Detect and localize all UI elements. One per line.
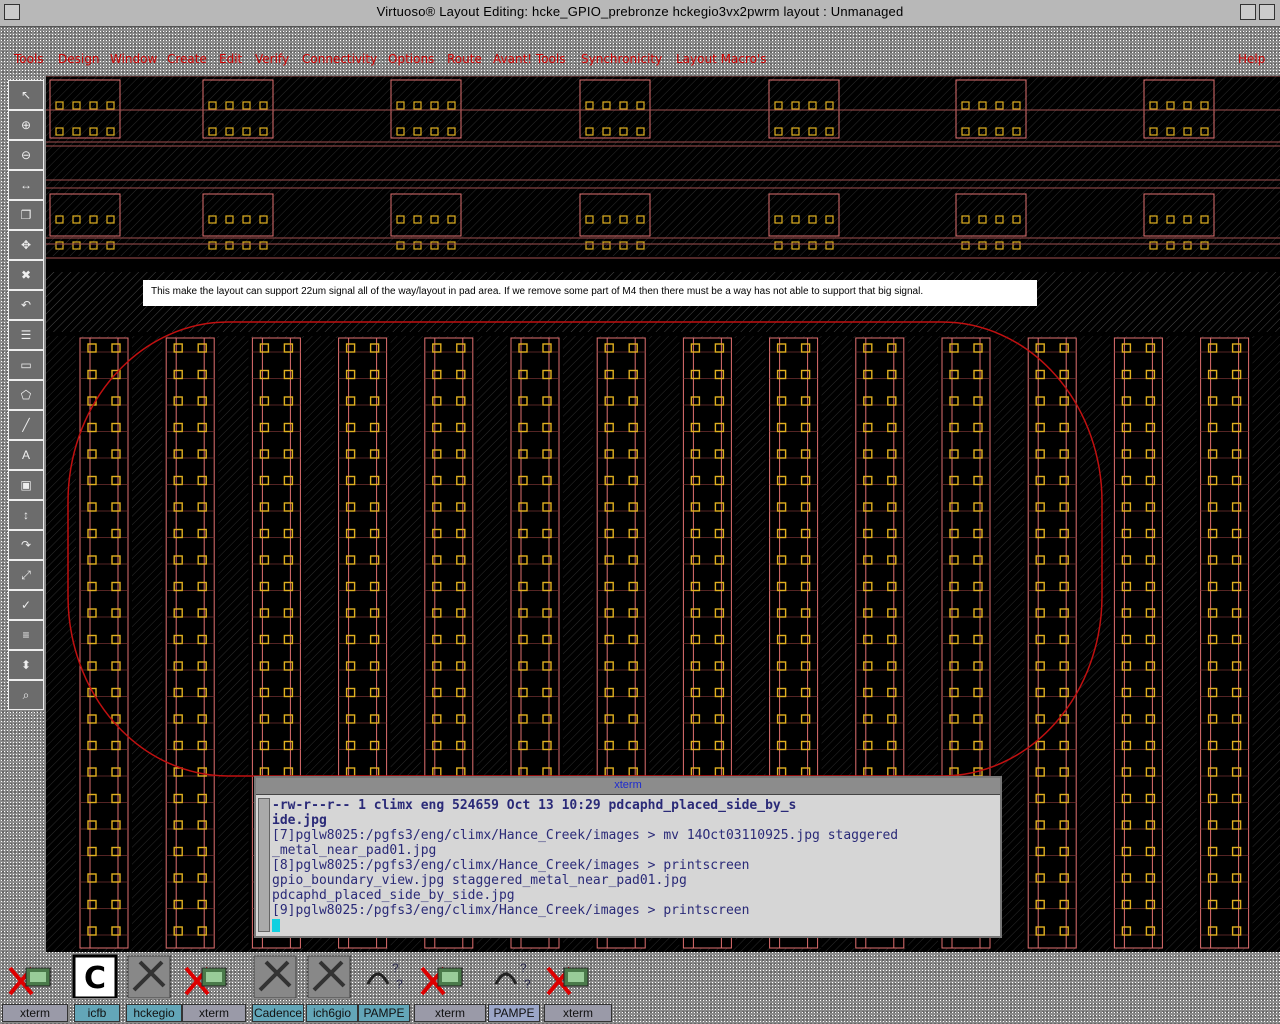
menu-tools[interactable]: Tools	[14, 52, 44, 66]
task-icfb[interactable]: icfb	[74, 1004, 120, 1022]
redo-icon[interactable]: ↷	[8, 530, 44, 560]
xterm-icon[interactable]	[182, 954, 228, 998]
task-cadence[interactable]: Cadence	[252, 1004, 304, 1022]
menu-avant-tools[interactable]: Avant! Tools	[493, 52, 565, 66]
property-icon[interactable]: ☰	[8, 320, 44, 350]
network-icon[interactable]	[252, 954, 298, 999]
taskbar: xterm icfb hckegio xterm Cadence ich6gio…	[0, 1002, 1280, 1024]
task-pampe[interactable]: PAMPE	[358, 1004, 410, 1022]
xterm-icon[interactable]	[544, 954, 590, 998]
window-title: Virtuoso® Layout Editing: hcke_GPIO_preb…	[376, 4, 904, 19]
zoom-out-icon[interactable]: ⊖	[8, 140, 44, 170]
help-icon[interactable]: ??	[490, 954, 536, 998]
label-icon[interactable]: A	[8, 440, 44, 470]
tool-palette: ↖ ⊕ ⊖ ↔ ❐ ✥ ✖ ↶ ☰ ▭ ⬠ ╱ A ▣ ↕ ↷ ⤢ ✓ ≡ ⬍ ⌕	[6, 76, 46, 716]
terminal-line: [7]pglw8025:/pgfs3/eng/climx/Hance_Creek…	[272, 828, 899, 843]
ruler-icon[interactable]: ↕	[8, 500, 44, 530]
fit-icon[interactable]: ⤢	[8, 560, 44, 590]
search-icon[interactable]: ⌕	[8, 680, 44, 710]
cadence-c-icon[interactable]: C	[72, 954, 118, 1000]
stretch-icon[interactable]: ↔	[8, 170, 44, 200]
pointer-icon[interactable]: ↖	[8, 80, 44, 110]
minimize-button[interactable]	[1240, 4, 1256, 20]
xterm-icon[interactable]	[418, 954, 464, 998]
menu-synchronicity[interactable]: Synchronicity	[581, 52, 662, 66]
xterm-scrollbar[interactable]	[258, 798, 270, 932]
column-bg	[76, 338, 132, 948]
column-bg	[1196, 338, 1253, 948]
column-bg	[1110, 338, 1167, 948]
terminal-line: _metal_near_pad01.jpg	[272, 843, 437, 858]
task-ich6gio[interactable]: ich6gio	[306, 1004, 358, 1022]
task-xterm[interactable]: xterm	[544, 1004, 612, 1022]
polygon-icon[interactable]: ⬠	[8, 380, 44, 410]
menu-options[interactable]: Options	[388, 52, 434, 66]
zoom-in-icon[interactable]: ⊕	[8, 110, 44, 140]
terminal-line: gpio_boundary_view.jpg staggered_metal_n…	[272, 873, 687, 888]
svg-text:?: ?	[392, 961, 399, 975]
terminal-line: ide.jpg	[272, 813, 327, 828]
task-xterm[interactable]: xterm	[414, 1004, 486, 1022]
menu-verify[interactable]: Verify	[255, 52, 289, 66]
task-xterm[interactable]: xterm	[182, 1004, 246, 1022]
schematic-icon[interactable]	[126, 954, 172, 999]
menu-route[interactable]: Route	[447, 52, 482, 66]
instance-icon[interactable]: ▣	[8, 470, 44, 500]
terminal-line: [8]pglw8025:/pgfs3/eng/climx/Hance_Creek…	[272, 858, 750, 873]
menu-edit[interactable]: Edit	[219, 52, 242, 66]
task-xterm[interactable]: xterm	[2, 1004, 68, 1022]
svg-text:?: ?	[524, 977, 531, 991]
terminal-line: [9]pglw8025:/pgfs3/eng/climx/Hance_Creek…	[272, 903, 750, 918]
help-icon[interactable]: ??	[362, 954, 408, 998]
menu-layout-macros[interactable]: Layout Macro's	[676, 52, 766, 66]
column-bg	[162, 338, 219, 948]
path-icon[interactable]: ╱	[8, 410, 44, 440]
terminal-line: -rw-r--r-- 1 climx eng 524659 Oct 13 10:…	[272, 798, 797, 813]
maximize-button[interactable]	[1259, 4, 1275, 20]
hammer-icon[interactable]	[306, 954, 352, 999]
window-titlebar: Virtuoso® Layout Editing: hcke_GPIO_preb…	[0, 0, 1280, 27]
column-bg	[1024, 338, 1081, 948]
task-hckegio[interactable]: hckegio	[126, 1004, 182, 1022]
svg-text:C: C	[84, 961, 106, 996]
delete-icon[interactable]: ✖	[8, 260, 44, 290]
annotation-note: This make the layout can support 22um si…	[143, 280, 1037, 306]
xterm-icon[interactable]	[6, 954, 52, 998]
xterm-title: xterm	[614, 779, 642, 791]
icon-tray: C????	[0, 952, 1280, 1002]
rectangle-icon[interactable]: ▭	[8, 350, 44, 380]
menu-help[interactable]: Help	[1238, 52, 1265, 66]
xterm-titlebar[interactable]: xterm	[256, 778, 1000, 795]
hierarchy-icon[interactable]: ⬍	[8, 650, 44, 680]
menu-connectivity[interactable]: Connectivity	[302, 52, 377, 66]
menu-window[interactable]: Window	[110, 52, 157, 66]
menu-create[interactable]: Create	[167, 52, 207, 66]
svg-text:?: ?	[396, 977, 403, 991]
save-icon[interactable]: ✓	[8, 590, 44, 620]
task-pampe[interactable]: PAMPE	[488, 1004, 540, 1022]
menu-bar: Tools Design Window Create Edit Verify C…	[0, 44, 1280, 74]
terminal-line: pdcaphd_placed_side_by_side.jpg	[272, 888, 515, 903]
terminal-cursor	[272, 919, 280, 932]
copy-icon[interactable]: ❐	[8, 200, 44, 230]
xterm-output[interactable]: -rw-r--r-- 1 climx eng 524659 Oct 13 10:…	[272, 798, 996, 932]
xterm-window[interactable]: xterm -rw-r--r-- 1 climx eng 524659 Oct …	[254, 776, 1002, 938]
layer-icon[interactable]: ≡	[8, 620, 44, 650]
undo-icon[interactable]: ↶	[8, 290, 44, 320]
move-icon[interactable]: ✥	[8, 230, 44, 260]
menu-design[interactable]: Design	[58, 52, 99, 66]
svg-text:?: ?	[520, 961, 527, 975]
